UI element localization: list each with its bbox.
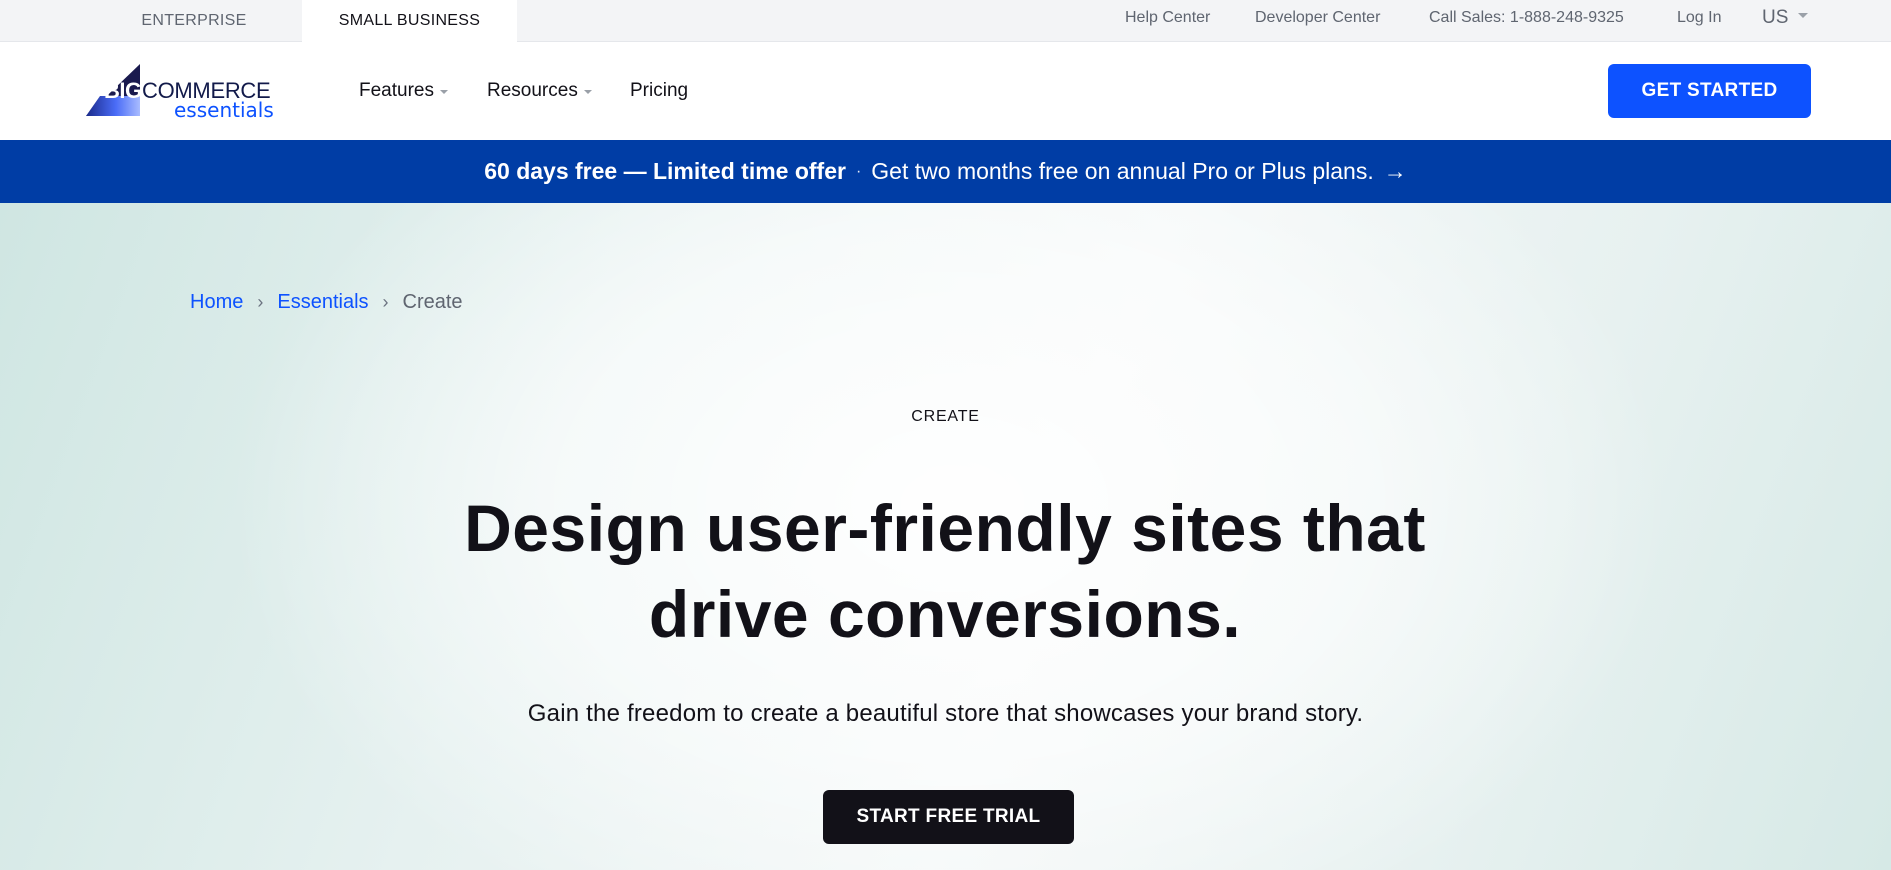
- chevron-down-icon: [583, 90, 592, 94]
- nav-item-features[interactable]: Features: [359, 42, 448, 140]
- promo-headline: 60 days free — Limited time offer: [484, 158, 846, 184]
- nav-item-label: Features: [359, 80, 434, 101]
- chevron-down-icon: [439, 90, 448, 94]
- region-label: US: [1762, 7, 1789, 28]
- nav-item-resources[interactable]: Resources: [487, 42, 592, 140]
- hero-subtitle: Gain the freedom to create a beautiful s…: [527, 700, 1364, 727]
- logo-text-essentials: essentials: [174, 98, 274, 122]
- bigcommerce-essentials-logo[interactable]: BIG COMMERCE essentials: [86, 62, 276, 122]
- help-center-link[interactable]: Help Center: [1125, 0, 1210, 36]
- utility-bar: ENTERPRISE SMALL BUSINESS Help Center De…: [0, 0, 1891, 42]
- hero-title-line-1: Design user-friendly sites that: [464, 491, 1426, 565]
- start-free-trial-button[interactable]: START FREE TRIAL: [823, 790, 1074, 844]
- logo-text-big: BIG: [104, 78, 142, 103]
- chevron-right-icon: ›: [257, 292, 264, 312]
- breadcrumb: Home › Essentials › Create: [190, 291, 463, 314]
- nav-item-label: Pricing: [630, 80, 689, 101]
- breadcrumb-home[interactable]: Home: [190, 291, 243, 314]
- promo-banner[interactable]: 60 days free — Limited time offer · Get …: [0, 140, 1891, 203]
- hero-title-line-2: drive conversions.: [648, 577, 1242, 651]
- chevron-right-icon: ›: [382, 292, 389, 312]
- nav-item-label: Resources: [487, 80, 578, 101]
- breadcrumb-essentials[interactable]: Essentials: [277, 291, 368, 314]
- utility-links: Help Center Developer Center Call Sales:…: [0, 0, 1891, 36]
- chevron-down-icon: [1798, 12, 1809, 18]
- call-sales-link[interactable]: Call Sales: 1-888-248-9325: [1429, 0, 1624, 36]
- promo-separator: ·: [855, 162, 862, 180]
- hero-title: Design user-friendly sites that drive co…: [345, 485, 1545, 657]
- arrow-right-icon: →: [1383, 158, 1407, 184]
- hero-section: Home › Essentials › Create CREATE Design…: [0, 203, 1891, 870]
- promo-text: Get two months free on annual Pro or Plu…: [871, 158, 1374, 184]
- hero-eyebrow: CREATE: [911, 408, 980, 425]
- nav-item-pricing[interactable]: Pricing: [630, 42, 688, 140]
- breadcrumb-current: Create: [402, 291, 463, 313]
- log-in-link[interactable]: Log In: [1677, 0, 1721, 36]
- main-nav: BIG COMMERCE essentials Features Resourc…: [0, 42, 1891, 140]
- developer-center-link[interactable]: Developer Center: [1255, 0, 1380, 36]
- get-started-button[interactable]: GET STARTED: [1608, 64, 1811, 118]
- region-selector[interactable]: US: [1762, 0, 1809, 36]
